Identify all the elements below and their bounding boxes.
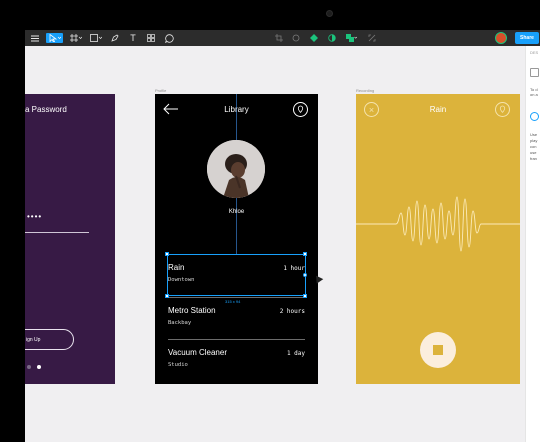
library-frame[interactable]: Library Khloe Rain Downtown 1 hour Metro… [155,94,318,384]
component-icon[interactable] [291,33,300,43]
profile-name: Khloe [228,209,245,215]
panel-text: play [530,138,538,143]
checkbox-icon[interactable] [530,68,539,77]
panel-text: on a [530,92,538,97]
camera-icon [326,10,333,17]
play-circle-icon[interactable] [530,112,539,121]
sign-up-button[interactable]: ign Up [25,329,74,350]
track-location: Studio [168,362,188,368]
panel-text: use [530,150,537,155]
frame-tool-icon [70,34,82,42]
location-pin-icon[interactable] [293,102,308,117]
frame-label-profile[interactable]: Profile [155,88,166,93]
waveform-graphic [356,196,520,252]
resize-handle[interactable] [165,294,169,298]
pen-tool-button[interactable] [110,33,120,43]
text-tool-button[interactable]: T [128,33,138,43]
resize-handle[interactable] [165,252,169,256]
link-icon[interactable] [367,33,376,43]
dimension-tag: 315 x 94 [225,299,241,304]
stop-recording-button[interactable] [420,332,456,368]
recording-frame[interactable]: × Rain [356,94,520,384]
pen-tool-icon [111,34,119,42]
user-avatar[interactable] [495,32,507,44]
resize-handle[interactable] [303,273,307,277]
password-frame[interactable]: a Password •••• ign Up [25,94,115,384]
hamburger-icon[interactable] [30,33,40,43]
move-tool-button[interactable] [46,33,63,43]
password-field-value[interactable]: •••• [27,212,42,221]
resources-button[interactable] [146,33,156,43]
track-title: Metro Station [168,306,216,315]
design-app-window: T Share DES To d on a Use play con use f… [25,30,540,442]
selection-box[interactable] [167,254,306,296]
track-duration: 2 hours [279,308,305,315]
resize-handle[interactable] [303,294,307,298]
top-toolbar: T Share [25,30,540,46]
input-underline [25,232,89,233]
rectangle-tool-icon [90,34,102,42]
crop-icon[interactable] [274,33,283,43]
profile-avatar [207,140,265,198]
track-item[interactable]: Vacuum Cleaner Studio 1 day [168,348,305,372]
frame-title: a Password [25,105,67,114]
frame-tool-button[interactable] [69,33,83,43]
create-component-icon[interactable] [309,33,318,43]
properties-panel: DES To d on a Use play con use fran [525,46,540,442]
track-item[interactable]: Metro Station Backbay 2 hours [168,306,305,330]
move-tool-icon [49,34,61,42]
stop-icon [433,345,443,355]
divider [168,297,305,298]
panel-text: con [530,144,537,149]
track-location: Backbay [168,320,192,326]
resources-icon [147,34,155,42]
mask-icon[interactable] [327,33,336,43]
comment-button[interactable] [164,33,174,43]
location-pin-icon[interactable] [495,102,510,117]
comment-icon [164,33,174,43]
panel-text: Use [530,132,538,137]
sign-up-label: ign Up [26,336,41,343]
share-button[interactable]: Share [515,32,539,44]
panel-tab-label[interactable]: DES [530,50,538,55]
boolean-icon[interactable] [345,33,357,43]
frame-label-recording[interactable]: Recording [356,88,374,93]
track-title: Vacuum Cleaner [168,348,227,357]
divider [168,339,305,340]
rectangle-tool-button[interactable] [89,33,103,43]
panel-text: fran [530,156,537,161]
resize-handle[interactable] [303,252,307,256]
page-dot[interactable] [27,365,31,369]
page-dot-active[interactable] [37,365,41,369]
track-duration: 1 day [286,350,305,357]
